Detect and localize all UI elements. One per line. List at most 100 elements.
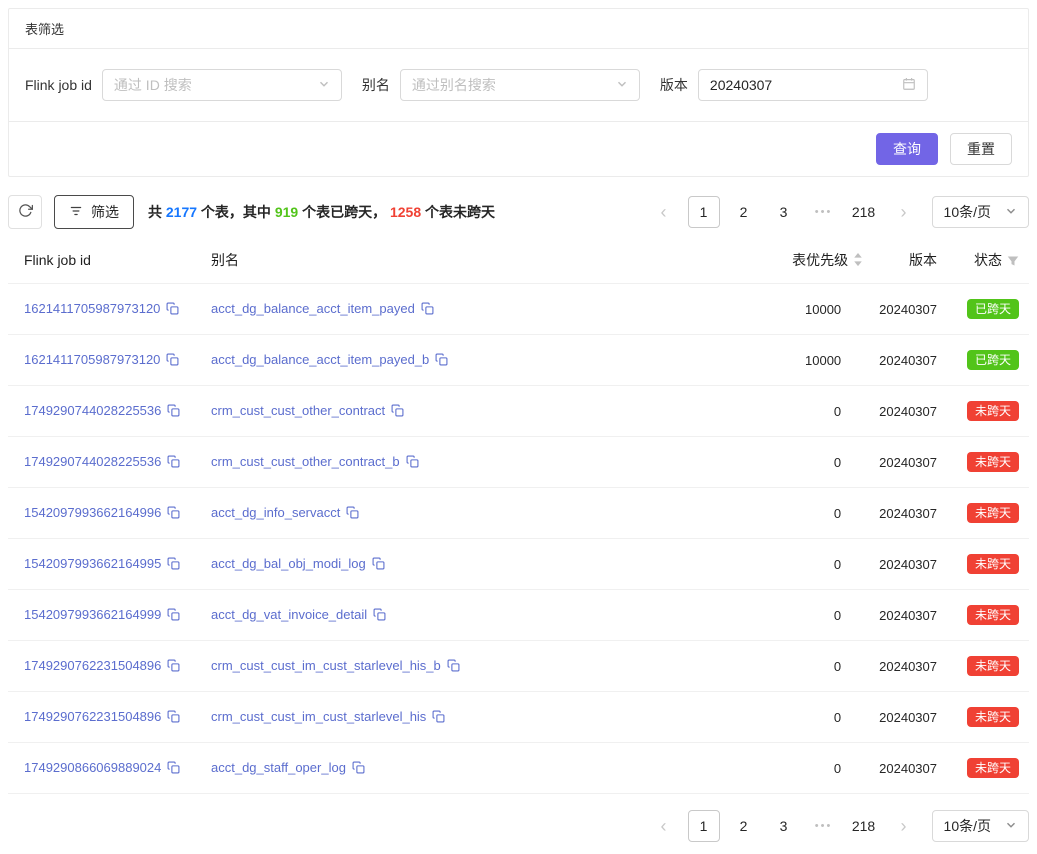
chevron-down-icon (1005, 204, 1017, 220)
copy-icon[interactable] (166, 353, 179, 369)
copy-icon[interactable] (447, 659, 460, 675)
page-button-last[interactable]: 218 (848, 810, 880, 842)
page-button-2[interactable]: 2 (728, 196, 760, 228)
filter-funnel-icon[interactable] (1007, 254, 1019, 270)
copy-icon[interactable] (421, 302, 434, 318)
flink-job-id-link[interactable]: 1542097993662164999 (24, 607, 161, 622)
flink-job-id-cell: 1621411705987973120 (8, 284, 203, 335)
status-cell: 已跨天 (945, 284, 1029, 335)
copy-icon[interactable] (167, 710, 180, 726)
pagination-bottom: ‹ 1 2 3 ••• 218 › (648, 810, 920, 842)
flink-job-id-link[interactable]: 1749290744028225536 (24, 454, 161, 469)
copy-icon[interactable] (167, 608, 180, 624)
alias-link[interactable]: acct_dg_bal_obj_modi_log (211, 556, 366, 571)
flink-job-id-link[interactable]: 1621411705987973120 (24, 352, 160, 367)
version-label: 版本 (660, 75, 688, 95)
alias-link[interactable]: crm_cust_cust_other_contract_b (211, 454, 400, 469)
chevron-down-icon (318, 77, 330, 93)
alias-link[interactable]: crm_cust_cust_im_cust_starlevel_his (211, 709, 426, 724)
page-button-3[interactable]: 3 (768, 196, 800, 228)
flink-job-id-link[interactable]: 1621411705987973120 (24, 301, 160, 316)
copy-icon[interactable] (167, 761, 180, 777)
copy-icon[interactable] (167, 455, 180, 471)
query-button[interactable]: 查询 (876, 133, 938, 165)
reset-button[interactable]: 重置 (950, 133, 1012, 165)
flink-job-id-link[interactable]: 1749290762231504896 (24, 709, 161, 724)
sort-icon[interactable] (853, 252, 863, 270)
copy-icon[interactable] (435, 353, 448, 369)
column-flink-job-id: Flink job id (8, 237, 203, 284)
alias-link[interactable]: acct_dg_balance_acct_item_payed (211, 301, 415, 316)
total-count: 2177 (166, 204, 197, 220)
status-cell: 未跨天 (945, 641, 1029, 692)
copy-icon[interactable] (391, 404, 404, 420)
table-body: 1621411705987973120 acct_dg_balance_acct… (8, 284, 1029, 794)
filter-card: 表筛选 Flink job id 通过 ID 搜索 别名 通过别名搜索 版本 (8, 8, 1029, 177)
alias-cell: crm_cust_cust_im_cust_starlevel_his (203, 692, 731, 743)
table-row: 1749290744028225536 crm_cust_cust_other_… (8, 437, 1029, 488)
table-row: 1749290866069889024 acct_dg_staff_oper_l… (8, 743, 1029, 794)
page-button-1[interactable]: 1 (688, 196, 720, 228)
prev-page-button[interactable]: ‹ (648, 196, 680, 228)
alias-link[interactable]: crm_cust_cust_other_contract (211, 403, 385, 418)
flink-job-id-cell: 1749290866069889024 (8, 743, 203, 794)
page-jump-ellipsis[interactable]: ••• (808, 820, 840, 832)
column-alias: 别名 (203, 237, 731, 284)
prev-page-button[interactable]: ‹ (648, 810, 680, 842)
flink-job-id-link[interactable]: 1542097993662164996 (24, 505, 161, 520)
page-button-last[interactable]: 218 (848, 196, 880, 228)
copy-icon[interactable] (373, 608, 386, 624)
page-size-select[interactable]: 10条/页 (932, 810, 1029, 842)
version-cell: 20240307 (871, 437, 945, 488)
status-badge: 未跨天 (967, 707, 1019, 727)
flink-job-id-link[interactable]: 1749290866069889024 (24, 760, 161, 775)
alias-placeholder: 通过别名搜索 (412, 75, 496, 95)
flink-job-id-link[interactable]: 1749290762231504896 (24, 658, 161, 673)
copy-icon[interactable] (167, 404, 180, 420)
version-cell: 20240307 (871, 284, 945, 335)
page-button-2[interactable]: 2 (728, 810, 760, 842)
page-button-3[interactable]: 3 (768, 810, 800, 842)
page-button-1[interactable]: 1 (688, 810, 720, 842)
version-date-input[interactable]: 20240307 (698, 69, 928, 101)
copy-icon[interactable] (406, 455, 419, 471)
copy-icon[interactable] (167, 659, 180, 675)
copy-icon[interactable] (432, 710, 445, 726)
flink-job-id-cell: 1749290762231504896 (8, 641, 203, 692)
copy-icon[interactable] (372, 557, 385, 573)
flink-job-id-cell: 1749290744028225536 (8, 437, 203, 488)
copy-icon[interactable] (346, 506, 359, 522)
alias-cell: crm_cust_cust_other_contract_b (203, 437, 731, 488)
alias-cell: acct_dg_info_servacct (203, 488, 731, 539)
column-status: 状态 (945, 237, 1029, 284)
tables-table: Flink job id 别名 表优先级 版本 状态 1621411705987… (8, 237, 1029, 794)
alias-link[interactable]: acct_dg_vat_invoice_detail (211, 607, 367, 622)
page-size-select[interactable]: 10条/页 (932, 196, 1029, 228)
alias-link[interactable]: acct_dg_staff_oper_log (211, 760, 346, 775)
alias-cell: acct_dg_vat_invoice_detail (203, 590, 731, 641)
page-jump-ellipsis[interactable]: ••• (808, 206, 840, 218)
flink-job-id-link[interactable]: 1542097993662164995 (24, 556, 161, 571)
alias-link[interactable]: crm_cust_cust_im_cust_starlevel_his_b (211, 658, 441, 673)
alias-link[interactable]: acct_dg_balance_acct_item_payed_b (211, 352, 429, 367)
copy-icon[interactable] (167, 506, 180, 522)
copy-icon[interactable] (352, 761, 365, 777)
next-page-button[interactable]: › (888, 196, 920, 228)
table-header: Flink job id 别名 表优先级 版本 状态 (8, 237, 1029, 284)
copy-icon[interactable] (166, 302, 179, 318)
flink-job-id-select[interactable]: 通过 ID 搜索 (102, 69, 342, 101)
next-page-button[interactable]: › (888, 810, 920, 842)
priority-cell: 10000 (731, 335, 871, 386)
version-cell: 20240307 (871, 743, 945, 794)
alias-link[interactable]: acct_dg_info_servacct (211, 505, 340, 520)
copy-icon[interactable] (167, 557, 180, 573)
summary-segment: 个表未跨天 (421, 204, 495, 220)
flink-job-id-cell: 1542097993662164996 (8, 488, 203, 539)
status-badge: 已跨天 (967, 350, 1019, 370)
filter-button[interactable]: 筛选 (54, 195, 134, 229)
flink-job-id-link[interactable]: 1749290744028225536 (24, 403, 161, 418)
alias-field: 别名 通过别名搜索 (362, 69, 640, 101)
refresh-button[interactable] (8, 195, 42, 229)
summary-segment: 个表，其中 (197, 204, 275, 220)
alias-select[interactable]: 通过别名搜索 (400, 69, 640, 101)
